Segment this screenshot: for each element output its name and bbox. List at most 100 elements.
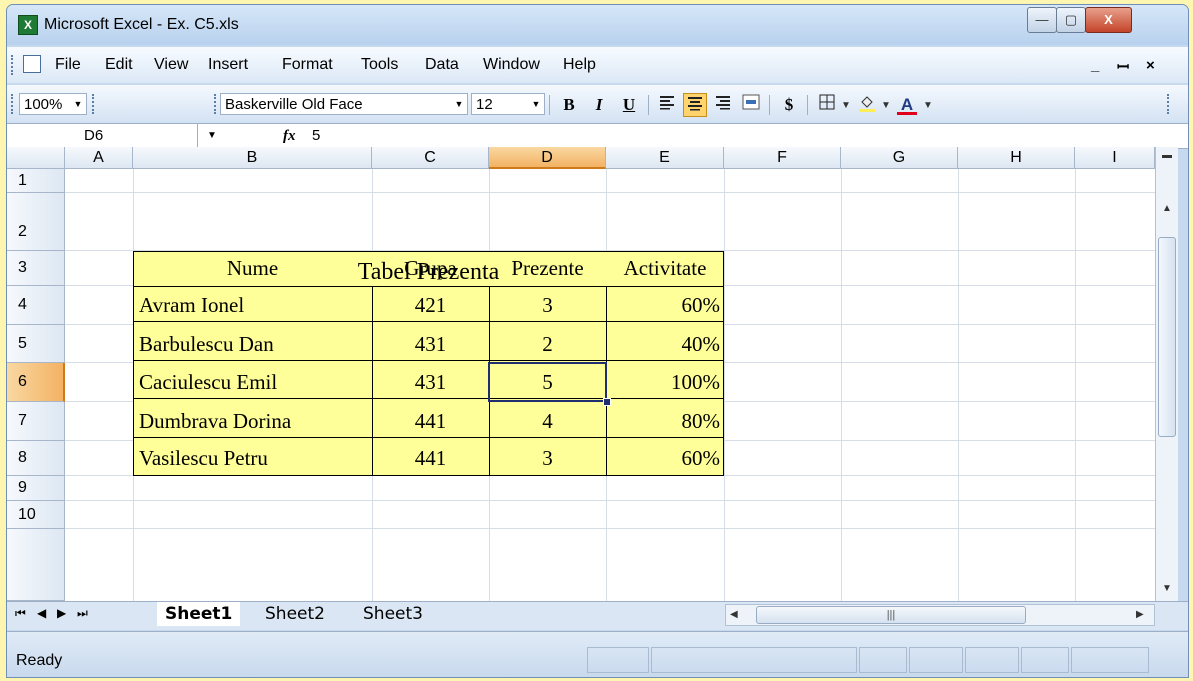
menu-tools[interactable]: Tools — [361, 56, 398, 74]
row-header[interactable]: 4 — [7, 286, 65, 325]
table-header-cell[interactable]: Nume — [133, 251, 372, 286]
row-header[interactable]: 3 — [7, 251, 65, 286]
name-box[interactable]: D6 ▼ — [7, 124, 217, 148]
menu-insert[interactable]: Insert — [208, 56, 248, 74]
merge-center-button[interactable] — [739, 93, 763, 117]
row-header[interactable]: 5 — [7, 325, 65, 363]
table-cell[interactable]: 431 — [372, 363, 489, 402]
font-color-button[interactable]: A — [895, 93, 919, 117]
scroll-up-icon[interactable]: ▲ — [1162, 203, 1172, 214]
prev-sheet-icon[interactable]: ◀ — [37, 606, 46, 620]
column-header[interactable]: E — [606, 147, 724, 169]
table-cell[interactable]: 80% — [606, 402, 724, 441]
table-cell[interactable]: 4 — [489, 402, 606, 441]
scroll-right-icon[interactable]: ▶ — [1136, 609, 1144, 620]
worksheet-grid[interactable]: A B C D E F G H I 1 2 3 4 5 6 7 8 9 10 T… — [7, 147, 1155, 601]
sheet-tab-sheet1[interactable]: Sheet1 — [157, 602, 241, 626]
first-sheet-icon[interactable]: ⏮ — [15, 606, 26, 621]
italic-button[interactable]: I — [587, 93, 611, 117]
table-cell[interactable]: Caciulescu Emil — [133, 363, 372, 402]
table-cell[interactable]: Dumbrava Dorina — [133, 402, 372, 441]
chevron-down-icon[interactable]: ▼ — [923, 100, 933, 111]
chevron-down-icon[interactable]: ▼ — [70, 94, 86, 114]
row-header[interactable]: 10 — [7, 501, 65, 529]
chevron-down-icon[interactable]: ▼ — [451, 94, 467, 114]
menu-grip[interactable] — [11, 55, 17, 75]
scroll-left-icon[interactable]: ◀ — [730, 609, 738, 620]
workbook-icon[interactable] — [23, 55, 41, 73]
column-header[interactable]: C — [372, 147, 489, 169]
table-cell[interactable]: 40% — [606, 325, 724, 363]
column-header[interactable]: A — [65, 147, 133, 169]
last-sheet-icon[interactable]: ⏭ — [77, 606, 88, 621]
row-header[interactable]: 8 — [7, 441, 65, 476]
doc-minimize-button[interactable]: _ — [1091, 57, 1099, 74]
horizontal-scrollbar[interactable]: ◀ ||| ▶ — [725, 604, 1155, 626]
table-cell[interactable]: Barbulescu Dan — [133, 325, 372, 363]
doc-restore-button[interactable]: ꟷ — [1117, 57, 1129, 77]
menu-format[interactable]: Format — [282, 56, 333, 74]
table-cell[interactable]: 3 — [489, 286, 606, 325]
active-cell-selection[interactable] — [488, 362, 607, 402]
table-cell[interactable]: 3 — [489, 441, 606, 476]
align-right-button[interactable] — [711, 93, 735, 117]
table-cell[interactable]: 431 — [372, 325, 489, 363]
chevron-down-icon[interactable]: ▼ — [528, 94, 544, 114]
close-button[interactable]: X — [1085, 7, 1132, 33]
sheet-tab-sheet2[interactable]: Sheet2 — [257, 602, 333, 626]
align-left-button[interactable] — [655, 93, 679, 117]
borders-button[interactable] — [815, 93, 839, 117]
row-header[interactable]: 9 — [7, 476, 65, 501]
function-icon[interactable]: fx — [283, 124, 296, 148]
menu-window[interactable]: Window — [483, 56, 540, 74]
menu-view[interactable]: View — [154, 56, 188, 74]
doc-close-button[interactable]: × — [1146, 57, 1155, 74]
table-header-cell[interactable]: Activitate — [606, 251, 724, 286]
row-header[interactable]: 7 — [7, 402, 65, 441]
menu-edit[interactable]: Edit — [105, 56, 133, 74]
chevron-down-icon[interactable]: ▼ — [841, 100, 851, 111]
table-header-cell[interactable]: Grupa — [372, 251, 489, 286]
table-cell[interactable]: Vasilescu Petru — [133, 441, 372, 476]
select-all-corner[interactable] — [7, 147, 65, 169]
font-name-combo[interactable]: Baskerville Old Face ▼ — [220, 93, 468, 115]
vertical-scrollbar[interactable]: ▬ ▲ ▼ — [1155, 147, 1178, 601]
table-cell[interactable]: 2 — [489, 325, 606, 363]
fill-color-button[interactable] — [855, 93, 879, 117]
toolbar-grip[interactable] — [92, 94, 98, 114]
column-header[interactable]: H — [958, 147, 1075, 169]
split-box[interactable]: ▬ — [1162, 150, 1172, 161]
bold-button[interactable]: B — [557, 93, 581, 117]
next-sheet-icon[interactable]: ▶ — [57, 606, 66, 620]
table-cell[interactable]: 60% — [606, 286, 724, 325]
table-cell[interactable]: Avram Ionel — [133, 286, 372, 325]
row-header-partial[interactable] — [7, 529, 65, 601]
chevron-down-icon[interactable]: ▼ — [881, 100, 891, 111]
fill-handle[interactable] — [603, 398, 611, 406]
table-cell[interactable]: 441 — [372, 441, 489, 476]
horizontal-scroll-thumb[interactable]: ||| — [756, 606, 1026, 624]
column-header[interactable]: F — [724, 147, 841, 169]
column-header[interactable]: I — [1075, 147, 1155, 169]
minimize-button[interactable]: — — [1027, 7, 1057, 33]
row-header[interactable]: 1 — [7, 169, 65, 193]
toolbar-options-grip[interactable] — [1167, 94, 1173, 114]
scroll-down-icon[interactable]: ▼ — [1162, 583, 1172, 594]
row-header[interactable]: 2 — [7, 193, 65, 251]
column-header[interactable]: D — [489, 147, 606, 169]
vertical-scroll-thumb[interactable] — [1158, 237, 1176, 437]
menu-file[interactable]: File — [55, 56, 81, 74]
align-center-button[interactable] — [683, 93, 707, 117]
title-bar[interactable]: X Microsoft Excel - Ex. C5.xls — ▢ X — [7, 5, 1188, 45]
table-cell[interactable]: 441 — [372, 402, 489, 441]
excel-app-icon[interactable]: X — [18, 15, 38, 35]
table-cell[interactable]: 421 — [372, 286, 489, 325]
sheet-tab-sheet3[interactable]: Sheet3 — [355, 602, 431, 626]
font-size-combo[interactable]: 12 ▼ — [471, 93, 545, 115]
table-header-cell[interactable]: Prezente — [489, 251, 606, 286]
column-header[interactable]: G — [841, 147, 958, 169]
row-header[interactable]: 6 — [7, 363, 65, 402]
chevron-down-icon[interactable]: ▼ — [207, 124, 217, 148]
table-cell[interactable]: 100% — [606, 363, 724, 402]
menu-help[interactable]: Help — [563, 56, 596, 74]
